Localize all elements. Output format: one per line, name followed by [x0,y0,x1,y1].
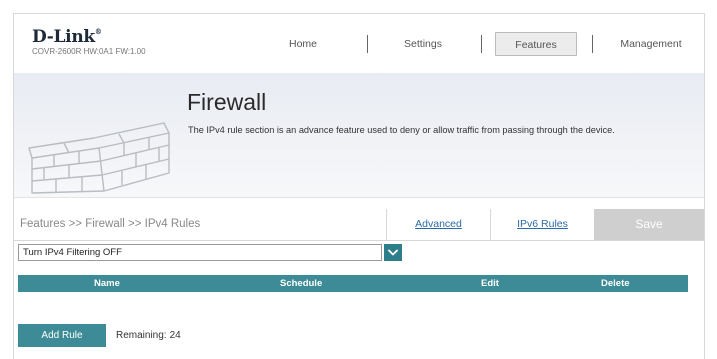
page-description: The IPv4 rule section is an advance feat… [188,125,615,135]
column-header-schedule: Schedule [280,278,323,289]
tab-advanced[interactable]: Advanced [386,209,490,240]
header: D-Link® COVR-2600R HW:0A1 FW:1.00 Home S… [14,14,704,73]
nav-divider [592,35,593,53]
remaining-count: Remaining: 24 [116,324,184,347]
tab-ipv6-rules[interactable]: IPv6 Rules [490,209,594,240]
nav-divider [367,35,368,53]
page-frame: D-Link® COVR-2600R HW:0A1 FW:1.00 Home S… [13,13,705,359]
breadcrumb-bar: Features >> Firewall >> IPv4 Rules Advan… [14,209,704,241]
banner: Firewall The IPv4 rule section is an adv… [14,73,704,198]
save-button[interactable]: Save [594,209,704,240]
ipv4-filtering-select[interactable]: Turn IPv4 Filtering OFF [18,244,382,261]
page-title: Firewall [187,89,267,115]
remaining-label: Remaining: [116,330,167,341]
select-dropdown-button[interactable] [384,244,402,261]
add-rule-button[interactable]: Add Rule [18,324,106,347]
main-nav: Home Settings Features Management [14,32,704,56]
nav-features[interactable]: Features [495,32,577,56]
nav-management[interactable]: Management [602,32,700,56]
remaining-value: 24 [169,330,181,341]
column-header-name: Name [94,278,120,289]
nav-settings[interactable]: Settings [388,32,458,56]
breadcrumb: Features >> Firewall >> IPv4 Rules [20,218,201,230]
rules-table-header: Name Schedule Edit Delete [18,275,688,292]
brick-wall-icon [28,122,170,194]
nav-home[interactable]: Home [268,32,338,56]
column-header-delete: Delete [601,278,630,289]
column-header-edit: Edit [481,278,499,289]
chevron-down-icon [388,249,398,256]
nav-divider [481,35,482,53]
